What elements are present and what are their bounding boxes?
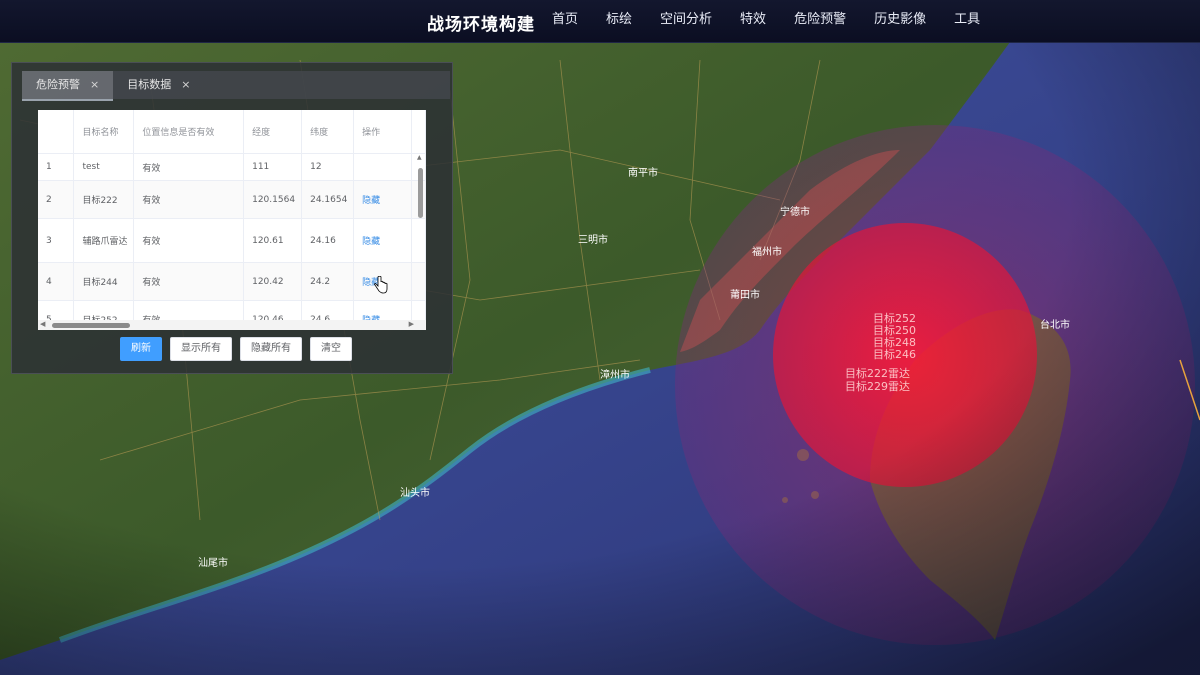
hide-link[interactable] — [353, 153, 412, 181]
map-city-label: 汕尾市 — [198, 556, 228, 569]
map-city-label: 莆田市 — [730, 288, 760, 301]
position-valid: 有效 — [133, 262, 245, 301]
main-nav: 首页 标绘 空间分析 特效 危险预警 历史影像 工具 — [552, 0, 1008, 42]
panel-actions: 刷新 显示所有 隐藏所有 清空 — [120, 337, 360, 361]
map-city-label: 汕头市 — [400, 486, 430, 499]
row-index: 1 — [38, 153, 75, 181]
close-icon[interactable]: × — [90, 71, 99, 99]
column-header — [38, 110, 75, 154]
longitude: 120.42 — [243, 262, 303, 301]
clear-button[interactable]: 清空 — [310, 337, 352, 361]
target-table: 目标名称 位置信息是否有效 经度 纬度 操作 1 test 有效 111 12 — [38, 110, 426, 330]
map-city-label: 台北市 — [1040, 318, 1070, 331]
latitude: 12 — [301, 153, 355, 181]
danger-warning-panel: 危险预警 × 目标数据 × 目标名称 位置信息是否有效 经度 纬度 操作 1 t… — [11, 62, 453, 374]
panel-tabs: 危险预警 × 目标数据 × — [22, 71, 450, 101]
nav-item-history-imagery[interactable]: 历史影像 — [874, 0, 926, 42]
position-valid: 有效 — [133, 180, 245, 219]
refresh-button[interactable]: 刷新 — [120, 337, 162, 361]
tab-danger-warning[interactable]: 危险预警 × — [22, 71, 114, 101]
map-target-label: 目标246 — [873, 347, 916, 361]
tab-label: 危险预警 — [36, 78, 80, 91]
scroll-up-icon[interactable]: ▲ — [417, 154, 422, 161]
hide-link[interactable]: 隐藏 — [353, 180, 412, 219]
map-city-label: 宁德市 — [780, 205, 810, 218]
nav-item-effects[interactable]: 特效 — [740, 0, 766, 42]
table-row[interactable]: 2 目标222 有效 120.1564 24.1654 隐藏 — [38, 180, 426, 219]
longitude: 111 — [243, 153, 303, 181]
longitude: 120.1564 — [243, 180, 303, 219]
hand-cursor-icon — [374, 276, 388, 294]
map-target-label: 目标229雷达 — [845, 379, 910, 393]
scrollbar-thumb[interactable] — [52, 323, 130, 328]
latitude: 24.2 — [301, 262, 355, 301]
scrollbar-thumb[interactable] — [418, 168, 423, 218]
row-index: 3 — [38, 218, 75, 263]
nav-item-tools[interactable]: 工具 — [954, 0, 980, 42]
position-valid: 有效 — [133, 153, 245, 181]
target-name: 目标244 — [73, 262, 135, 301]
column-header: 经度 — [243, 110, 303, 154]
tab-label: 目标数据 — [127, 78, 172, 91]
column-header: 纬度 — [301, 110, 355, 154]
app-title: 战场环境构建 — [427, 15, 535, 35]
row-index: 2 — [38, 180, 75, 219]
map-target-label: 目标252 — [873, 311, 916, 325]
target-name: 辅路爪雷达 — [73, 218, 135, 263]
top-navigation-bar: 战场环境构建 首页 标绘 空间分析 特效 危险预警 历史影像 工具 — [0, 0, 1200, 43]
tab-target-data[interactable]: 目标数据 × — [113, 71, 204, 99]
nav-item-home[interactable]: 首页 — [552, 0, 578, 42]
map-target-label: 目标248 — [873, 335, 916, 349]
table-row[interactable]: 1 test 有效 111 12 — [38, 153, 426, 181]
latitude: 24.16 — [301, 218, 355, 263]
show-all-button[interactable]: 显示所有 — [170, 337, 232, 361]
table-row[interactable]: 4 目标244 有效 120.42 24.2 隐藏 — [38, 262, 426, 301]
vertical-scrollbar[interactable]: ▲ — [417, 154, 424, 314]
map-city-label: 南平市 — [628, 166, 658, 179]
position-valid: 有效 — [133, 218, 245, 263]
hide-all-button[interactable]: 隐藏所有 — [240, 337, 302, 361]
longitude: 120.61 — [243, 218, 303, 263]
scroll-right-icon[interactable]: ▶ — [409, 320, 414, 328]
column-header: 目标名称 — [73, 110, 135, 154]
map-city-label: 漳州市 — [600, 368, 630, 381]
table-row[interactable]: 3 辅路爪雷达 有效 120.61 24.16 隐藏 — [38, 218, 426, 263]
target-name: 目标222 — [73, 180, 135, 219]
horizontal-scrollbar[interactable]: ◀ ▶ — [38, 320, 426, 330]
map-city-label: 福州市 — [752, 245, 782, 258]
column-header: 操作 — [353, 110, 412, 154]
latitude: 24.1654 — [301, 180, 355, 219]
close-icon[interactable]: × — [181, 71, 190, 99]
row-index: 4 — [38, 262, 75, 301]
nav-item-plot[interactable]: 标绘 — [606, 0, 632, 42]
hide-link[interactable]: 隐藏 — [353, 218, 412, 263]
nav-item-spatial-analysis[interactable]: 空间分析 — [660, 0, 712, 42]
map-target-label: 目标222雷达 — [845, 366, 910, 380]
map-city-label: 三明市 — [578, 233, 608, 246]
nav-item-danger-warning[interactable]: 危险预警 — [794, 0, 846, 42]
scroll-left-icon[interactable]: ◀ — [40, 320, 45, 328]
target-name: test — [73, 153, 135, 181]
column-header: 位置信息是否有效 — [133, 110, 245, 154]
map-target-label: 目标250 — [873, 323, 916, 337]
